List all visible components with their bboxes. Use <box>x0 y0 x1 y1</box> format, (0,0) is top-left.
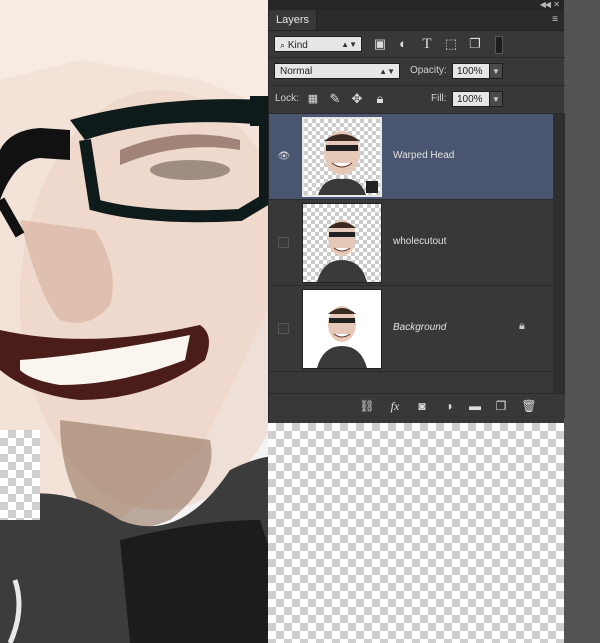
blend-mode-select[interactable]: Normal ▲▼ <box>274 63 400 79</box>
lock-label: Lock: <box>275 93 299 104</box>
trash-icon[interactable]: 🗑︎ <box>521 398 537 414</box>
chevron-down-icon: ▲▼ <box>341 40 357 49</box>
thumbnail-image <box>303 290 381 368</box>
collapse-icon[interactable]: ◀◀ <box>540 0 551 10</box>
link-icon[interactable]: ⛓ <box>359 398 375 414</box>
fill-input[interactable]: 100% <box>452 91 490 107</box>
fx-icon[interactable]: fx <box>387 398 403 414</box>
close-icon[interactable]: ✕ <box>553 0 560 10</box>
type-icon[interactable]: T <box>419 36 435 52</box>
filter-kind-select[interactable]: ⌕ Kind ▲▼ <box>274 36 362 52</box>
layer-thumbnail <box>302 289 382 369</box>
layers-list: 👁︎ Warped Head wholecutout Background 🔒︎ <box>269 114 565 393</box>
layer-thumbnail <box>302 203 382 283</box>
adjustment-layer-icon[interactable]: ◑ <box>441 398 457 414</box>
layer-name[interactable]: wholecutout <box>393 236 446 247</box>
lock-all-icon[interactable]: 🔒︎ <box>372 91 388 107</box>
shape-icon[interactable]: ⬚ <box>443 36 459 52</box>
layer-row-warped-head[interactable]: 👁︎ Warped Head <box>269 114 553 200</box>
opacity-dropdown-icon[interactable]: ▼ <box>489 63 503 79</box>
layer-row-background[interactable]: Background 🔒︎ <box>269 286 553 372</box>
layer-thumbnail <box>302 117 382 197</box>
layers-scrollbar[interactable] <box>553 114 565 393</box>
new-layer-icon[interactable]: ❐ <box>493 398 509 414</box>
visibility-toggle[interactable] <box>278 323 289 334</box>
layer-name[interactable]: Background <box>393 322 446 333</box>
layer-name[interactable]: Warped Head <box>393 150 454 161</box>
panel-menu-icon[interactable]: ≡ <box>552 14 558 25</box>
layers-panel: ◀◀ ✕ Layers ≡ ⌕ Kind ▲▼ ▣ ◐ T ⬚ ❐ Normal… <box>268 0 565 423</box>
image-icon[interactable]: ▣ <box>372 36 388 52</box>
opacity-label: Opacity: <box>410 65 447 76</box>
mask-icon[interactable]: ◙ <box>414 398 430 414</box>
chevron-down-icon: ▲▼ <box>379 67 395 76</box>
lock-move-icon[interactable]: ✥ <box>349 91 365 107</box>
thumbnail-image <box>304 119 380 195</box>
eye-icon[interactable]: 👁︎ <box>277 150 291 164</box>
adjustment-icon[interactable]: ◐ <box>395 36 411 52</box>
lock-transparent-icon[interactable]: ▦ <box>305 91 321 107</box>
tab-layers[interactable]: Layers <box>269 10 318 30</box>
fill-dropdown-icon[interactable]: ▼ <box>489 91 503 107</box>
transparent-area-left <box>0 430 40 520</box>
lock-icon: 🔒︎ <box>519 320 525 332</box>
panel-footer: ⛓ fx ◙ ◑ ▬ ❐ 🗑︎ <box>269 393 565 418</box>
layer-row-wholecutout[interactable]: wholecutout <box>269 200 553 286</box>
visibility-toggle[interactable] <box>278 237 289 248</box>
transparent-area <box>268 423 564 643</box>
thumbnail-image <box>303 204 381 282</box>
smart-object-icon[interactable]: ❐ <box>467 36 483 52</box>
filter-toggle[interactable] <box>495 36 503 54</box>
group-folder-icon[interactable]: ▬ <box>467 398 483 414</box>
search-icon: ⌕ <box>280 40 286 50</box>
opacity-input[interactable]: 100% <box>452 63 490 79</box>
fill-label: Fill: <box>431 93 447 104</box>
lock-brush-icon[interactable]: ✎ <box>327 91 343 107</box>
